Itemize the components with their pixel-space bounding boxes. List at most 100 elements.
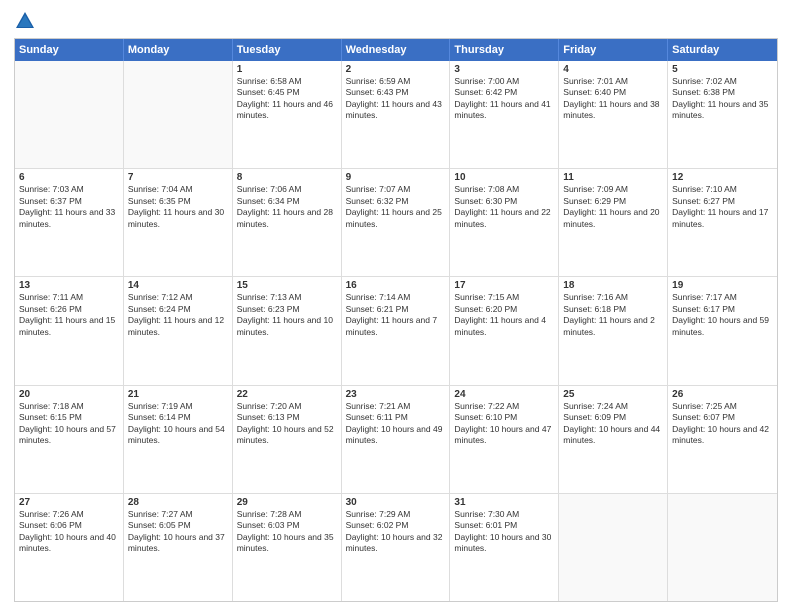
- cell-info: Sunrise: 7:29 AM: [346, 509, 446, 520]
- calendar-cell: 21Sunrise: 7:19 AMSunset: 6:14 PMDayligh…: [124, 386, 233, 493]
- cell-info: Sunset: 6:34 PM: [237, 196, 337, 207]
- cell-info: Daylight: 11 hours and 7 minutes.: [346, 315, 446, 338]
- cell-info: Daylight: 10 hours and 57 minutes.: [19, 424, 119, 447]
- calendar-cell: 3Sunrise: 7:00 AMSunset: 6:42 PMDaylight…: [450, 61, 559, 168]
- calendar-cell: 30Sunrise: 7:29 AMSunset: 6:02 PMDayligh…: [342, 494, 451, 601]
- day-number: 7: [128, 172, 228, 183]
- calendar-cell: 15Sunrise: 7:13 AMSunset: 6:23 PMDayligh…: [233, 277, 342, 384]
- cell-info: Sunset: 6:38 PM: [672, 87, 773, 98]
- calendar-cell: 14Sunrise: 7:12 AMSunset: 6:24 PMDayligh…: [124, 277, 233, 384]
- cell-info: Daylight: 10 hours and 30 minutes.: [454, 532, 554, 555]
- weekday-header-thursday: Thursday: [450, 39, 559, 61]
- day-number: 12: [672, 172, 773, 183]
- calendar-cell: 12Sunrise: 7:10 AMSunset: 6:27 PMDayligh…: [668, 169, 777, 276]
- cell-info: Daylight: 11 hours and 38 minutes.: [563, 99, 663, 122]
- cell-info: Sunset: 6:20 PM: [454, 304, 554, 315]
- cell-info: Daylight: 11 hours and 41 minutes.: [454, 99, 554, 122]
- cell-info: Daylight: 11 hours and 15 minutes.: [19, 315, 119, 338]
- calendar-cell: 28Sunrise: 7:27 AMSunset: 6:05 PMDayligh…: [124, 494, 233, 601]
- cell-info: Daylight: 11 hours and 28 minutes.: [237, 207, 337, 230]
- cell-info: Sunset: 6:40 PM: [563, 87, 663, 98]
- calendar-cell: 25Sunrise: 7:24 AMSunset: 6:09 PMDayligh…: [559, 386, 668, 493]
- cell-info: Daylight: 10 hours and 32 minutes.: [346, 532, 446, 555]
- cell-info: Daylight: 11 hours and 35 minutes.: [672, 99, 773, 122]
- cell-info: Sunset: 6:01 PM: [454, 520, 554, 531]
- cell-info: Sunrise: 7:12 AM: [128, 292, 228, 303]
- weekday-header-monday: Monday: [124, 39, 233, 61]
- calendar-cell: 9Sunrise: 7:07 AMSunset: 6:32 PMDaylight…: [342, 169, 451, 276]
- calendar-cell: [559, 494, 668, 601]
- cell-info: Daylight: 10 hours and 42 minutes.: [672, 424, 773, 447]
- day-number: 1: [237, 64, 337, 75]
- weekday-header-sunday: Sunday: [15, 39, 124, 61]
- calendar-cell: 26Sunrise: 7:25 AMSunset: 6:07 PMDayligh…: [668, 386, 777, 493]
- cell-info: Daylight: 10 hours and 37 minutes.: [128, 532, 228, 555]
- calendar-cell: 11Sunrise: 7:09 AMSunset: 6:29 PMDayligh…: [559, 169, 668, 276]
- cell-info: Sunset: 6:37 PM: [19, 196, 119, 207]
- day-number: 5: [672, 64, 773, 75]
- cell-info: Daylight: 11 hours and 20 minutes.: [563, 207, 663, 230]
- calendar-cell: 18Sunrise: 7:16 AMSunset: 6:18 PMDayligh…: [559, 277, 668, 384]
- weekday-header-saturday: Saturday: [668, 39, 777, 61]
- day-number: 21: [128, 389, 228, 400]
- cell-info: Sunrise: 7:19 AM: [128, 401, 228, 412]
- cell-info: Sunrise: 7:28 AM: [237, 509, 337, 520]
- cell-info: Sunrise: 7:24 AM: [563, 401, 663, 412]
- calendar-cell: 13Sunrise: 7:11 AMSunset: 6:26 PMDayligh…: [15, 277, 124, 384]
- cell-info: Sunset: 6:23 PM: [237, 304, 337, 315]
- cell-info: Sunset: 6:30 PM: [454, 196, 554, 207]
- calendar: SundayMondayTuesdayWednesdayThursdayFrid…: [14, 38, 778, 602]
- calendar-cell: 20Sunrise: 7:18 AMSunset: 6:15 PMDayligh…: [15, 386, 124, 493]
- day-number: 13: [19, 280, 119, 291]
- cell-info: Daylight: 10 hours and 54 minutes.: [128, 424, 228, 447]
- calendar-cell: [15, 61, 124, 168]
- calendar-row-3: 20Sunrise: 7:18 AMSunset: 6:15 PMDayligh…: [15, 386, 777, 494]
- cell-info: Daylight: 11 hours and 46 minutes.: [237, 99, 337, 122]
- day-number: 6: [19, 172, 119, 183]
- day-number: 9: [346, 172, 446, 183]
- calendar-body: 1Sunrise: 6:58 AMSunset: 6:45 PMDaylight…: [15, 61, 777, 601]
- calendar-cell: 1Sunrise: 6:58 AMSunset: 6:45 PMDaylight…: [233, 61, 342, 168]
- day-number: 25: [563, 389, 663, 400]
- cell-info: Sunset: 6:17 PM: [672, 304, 773, 315]
- day-number: 2: [346, 64, 446, 75]
- weekday-header-friday: Friday: [559, 39, 668, 61]
- cell-info: Sunset: 6:06 PM: [19, 520, 119, 531]
- cell-info: Sunrise: 7:10 AM: [672, 184, 773, 195]
- day-number: 24: [454, 389, 554, 400]
- day-number: 4: [563, 64, 663, 75]
- calendar-row-0: 1Sunrise: 6:58 AMSunset: 6:45 PMDaylight…: [15, 61, 777, 169]
- cell-info: Daylight: 11 hours and 12 minutes.: [128, 315, 228, 338]
- calendar-row-1: 6Sunrise: 7:03 AMSunset: 6:37 PMDaylight…: [15, 169, 777, 277]
- cell-info: Sunrise: 7:08 AM: [454, 184, 554, 195]
- cell-info: Daylight: 11 hours and 2 minutes.: [563, 315, 663, 338]
- cell-info: Sunset: 6:14 PM: [128, 412, 228, 423]
- day-number: 16: [346, 280, 446, 291]
- calendar-cell: 16Sunrise: 7:14 AMSunset: 6:21 PMDayligh…: [342, 277, 451, 384]
- calendar-cell: 27Sunrise: 7:26 AMSunset: 6:06 PMDayligh…: [15, 494, 124, 601]
- calendar-row-4: 27Sunrise: 7:26 AMSunset: 6:06 PMDayligh…: [15, 494, 777, 601]
- cell-info: Daylight: 10 hours and 59 minutes.: [672, 315, 773, 338]
- cell-info: Daylight: 11 hours and 43 minutes.: [346, 99, 446, 122]
- day-number: 31: [454, 497, 554, 508]
- cell-info: Sunrise: 6:58 AM: [237, 76, 337, 87]
- cell-info: Sunset: 6:26 PM: [19, 304, 119, 315]
- cell-info: Sunrise: 7:01 AM: [563, 76, 663, 87]
- cell-info: Daylight: 10 hours and 49 minutes.: [346, 424, 446, 447]
- weekday-header-wednesday: Wednesday: [342, 39, 451, 61]
- day-number: 22: [237, 389, 337, 400]
- cell-info: Daylight: 10 hours and 52 minutes.: [237, 424, 337, 447]
- cell-info: Sunrise: 7:16 AM: [563, 292, 663, 303]
- cell-info: Sunset: 6:29 PM: [563, 196, 663, 207]
- cell-info: Sunset: 6:10 PM: [454, 412, 554, 423]
- cell-info: Daylight: 10 hours and 47 minutes.: [454, 424, 554, 447]
- day-number: 29: [237, 497, 337, 508]
- calendar-cell: [124, 61, 233, 168]
- cell-info: Sunset: 6:27 PM: [672, 196, 773, 207]
- cell-info: Sunrise: 7:04 AM: [128, 184, 228, 195]
- cell-info: Sunrise: 7:22 AM: [454, 401, 554, 412]
- calendar-cell: 10Sunrise: 7:08 AMSunset: 6:30 PMDayligh…: [450, 169, 559, 276]
- calendar-cell: 19Sunrise: 7:17 AMSunset: 6:17 PMDayligh…: [668, 277, 777, 384]
- cell-info: Sunset: 6:07 PM: [672, 412, 773, 423]
- cell-info: Daylight: 11 hours and 10 minutes.: [237, 315, 337, 338]
